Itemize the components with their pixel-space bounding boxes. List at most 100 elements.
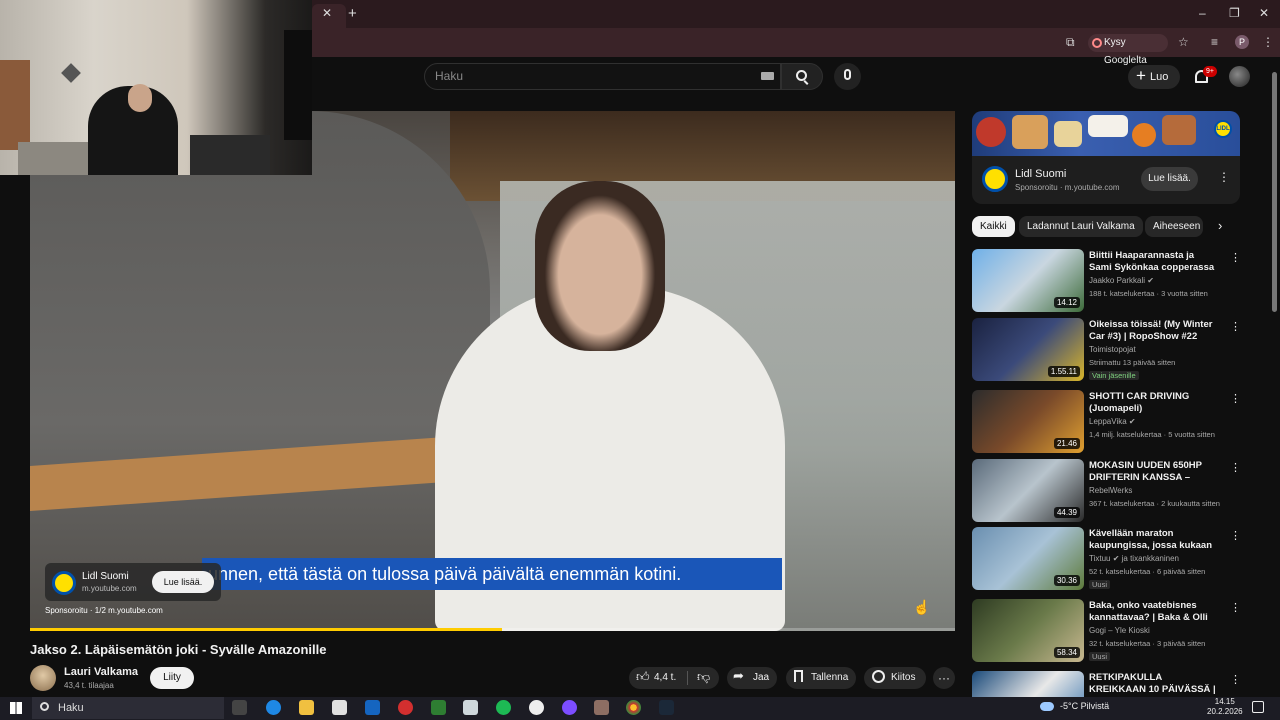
chip-from-channel[interactable]: Ladannut Lauri Valkama [1019,216,1143,237]
rec-channel[interactable]: Toimistopojat [1089,345,1136,354]
maximize-icon[interactable]: ❐ [1229,6,1240,20]
profile-avatar[interactable]: P [1235,35,1249,49]
taskbar-weather[interactable]: -5°C Pilvistä [1060,701,1109,711]
rec-channel[interactable]: Tixtuu ✔ ja tixankkaninen [1089,554,1179,563]
rec-title[interactable]: MOKASIN UUDEN 650HP DRIFTERIN KANSSA – O… [1089,460,1217,484]
chip-all[interactable]: Kaikki [972,216,1015,237]
recommendation-item[interactable]: 14.12 Biittii Haaparannasta ja Sami Sykö… [972,249,1241,313]
notification-center-icon[interactable] [1252,701,1264,713]
app-red-icon[interactable] [398,700,413,715]
mail-icon[interactable] [365,700,380,715]
chip-related[interactable]: Aiheeseen liittyvät [1145,216,1203,237]
keyboard-icon[interactable] [761,72,774,80]
install-app-icon[interactable]: ⧉ [1066,35,1075,50]
sidebar-ad-learn-more-button[interactable]: Lue lisää. [1141,167,1198,191]
rec-title[interactable]: RETKIPAKULLA KREIKKAAN 10 PÄIVÄSSÄ | Mit… [1089,672,1217,696]
more-vert-icon[interactable]: ⋮ [1230,251,1241,264]
bookmark-star-icon[interactable]: ☆ [1178,35,1189,49]
app-green-icon[interactable] [431,700,446,715]
rec-channel[interactable]: RebelWerks [1089,486,1132,495]
new-tab-icon[interactable]: + [348,5,357,22]
more-actions-button[interactable]: ··· [933,667,955,689]
player-ad-url: m.youtube.com [82,584,137,593]
recommendation-item[interactable]: 21.46 SHOTTI CAR DRIVING (Juomapeli) Lep… [972,390,1241,454]
player-ad-name: Lidl Suomi [82,571,129,582]
video-thumbnail[interactable]: 44.39 [972,459,1084,522]
rec-meta: Striimattu 13 päivää sitten [1089,358,1176,367]
rec-channel[interactable]: Gogi – Yle Kioski [1089,626,1150,635]
rec-meta: 188 t. katselukertaa · 3 vuotta sitten [1089,289,1208,298]
tab-close-icon[interactable]: ✕ [322,6,332,20]
video-player[interactable]: unnen, että tästä on tulossa päivä päivä… [30,111,955,631]
rec-meta: 1,4 milj. katselukertaa · 5 vuotta sitte… [1089,430,1215,439]
search-input[interactable]: Haku [424,63,781,90]
microphone-icon [844,69,851,80]
game-icon[interactable] [594,700,609,715]
rec-title[interactable]: Kävellään maraton kaupungissa, jossa kuk… [1089,528,1217,552]
webcam-person-head [128,84,152,112]
spotify-icon[interactable] [496,700,511,715]
scrollbar-thumb[interactable] [1272,72,1277,312]
app-gray-icon[interactable] [463,700,478,715]
sidebar-ad-banner[interactable] [972,111,1240,156]
video-thumbnail[interactable] [972,671,1084,697]
video-thumbnail[interactable]: 58.34 [972,599,1084,662]
recommendation-item[interactable]: RETKIPAKULLA KREIKKAAN 10 PÄIVÄSSÄ | Mit… [972,671,1240,697]
recommendation-item[interactable]: 44.39 MOKASIN UUDEN 650HP DRIFTERIN KANS… [972,459,1241,523]
taskbar-search-input[interactable]: Haku [32,697,224,719]
join-button[interactable]: Liity [150,667,194,689]
file-explorer-icon[interactable] [299,700,314,715]
taskbar-clock[interactable]: 14.15 20.2.2026 [1207,697,1243,717]
store-icon[interactable] [332,700,347,715]
steam-icon[interactable] [659,700,674,715]
video-thumbnail[interactable]: 21.46 [972,390,1084,453]
sidebar-ad-card[interactable] [972,156,1240,204]
chrome-icon[interactable] [626,700,641,715]
thumbs-up-icon[interactable]: 👍︎ [636,669,650,685]
rec-title[interactable]: Oikeissa töissä! (My Winter Car #3) | Ro… [1089,319,1217,343]
more-vert-icon[interactable]: ⋮ [1230,392,1241,405]
windows-start-icon[interactable] [10,702,22,714]
like-divider [687,671,688,685]
banner-food-pastry [1054,121,1082,147]
video-duration: 14.12 [1053,297,1080,308]
more-vert-icon[interactable]: ⋮ [1230,320,1241,333]
player-ad-meta: Sponsoroitu · 1/2 m.youtube.com [45,606,163,615]
recommendation-item[interactable]: 58.34 Baka, onko vaatebisnes kannattavaa… [972,599,1241,663]
channel-avatar[interactable] [30,665,56,691]
search-icon [796,70,807,81]
webcam-overlay [0,0,312,175]
window-close-icon[interactable]: ✕ [1259,6,1269,20]
player-ad-learn-more-button[interactable]: Lue lisää. [152,571,214,593]
rec-title[interactable]: SHOTTI CAR DRIVING (Juomapeli) [1089,391,1217,415]
more-vert-icon[interactable]: ⋮ [1230,529,1241,542]
browser-menu-icon[interactable]: ⋮ [1262,35,1274,49]
recommendation-item[interactable]: 1.55.11 Oikeissa töissä! (My Winter Car … [972,318,1241,382]
obs-icon[interactable] [562,700,577,715]
edge-icon[interactable] [266,700,281,715]
account-avatar[interactable] [1229,66,1250,87]
thumbs-down-icon[interactable]: 👎︎ [697,669,710,685]
hand-cursor-icon: ☝ [913,599,931,615]
recommendation-item[interactable]: 30.36 Kävellään maraton kaupungissa, jos… [972,527,1241,591]
more-vert-icon[interactable]: ⋮ [1230,461,1241,474]
video-thumbnail[interactable]: 1.55.11 [972,318,1084,381]
taskbar-time: 14.15 [1214,697,1235,706]
rec-channel[interactable]: LeppaVika ✔ [1089,417,1136,426]
like-count[interactable]: 4,4 t. [654,667,676,689]
more-vert-icon[interactable]: ⋮ [1230,673,1240,686]
video-duration: 58.34 [1053,647,1080,658]
minimize-icon[interactable]: – [1199,6,1206,20]
more-vert-icon[interactable]: ⋮ [1230,601,1241,614]
reading-list-icon[interactable]: ≡ [1211,35,1218,49]
rec-title[interactable]: Biittii Haaparannasta ja Sami Sykönkaa c… [1089,250,1217,274]
video-thumbnail[interactable]: 30.36 [972,527,1084,590]
chevron-right-icon[interactable]: › [1218,218,1222,233]
rec-channel[interactable]: Jaakko Parkkali ✔ [1089,276,1154,285]
video-thumbnail[interactable]: 14.12 [972,249,1084,312]
github-icon[interactable] [529,700,544,715]
rec-title[interactable]: Baka, onko vaatebisnes kannattavaa? | Ba… [1089,600,1217,624]
channel-name[interactable]: Lauri Valkama [64,666,138,678]
more-vert-icon[interactable]: ⋮ [1218,170,1230,184]
task-view-icon[interactable] [232,700,247,715]
